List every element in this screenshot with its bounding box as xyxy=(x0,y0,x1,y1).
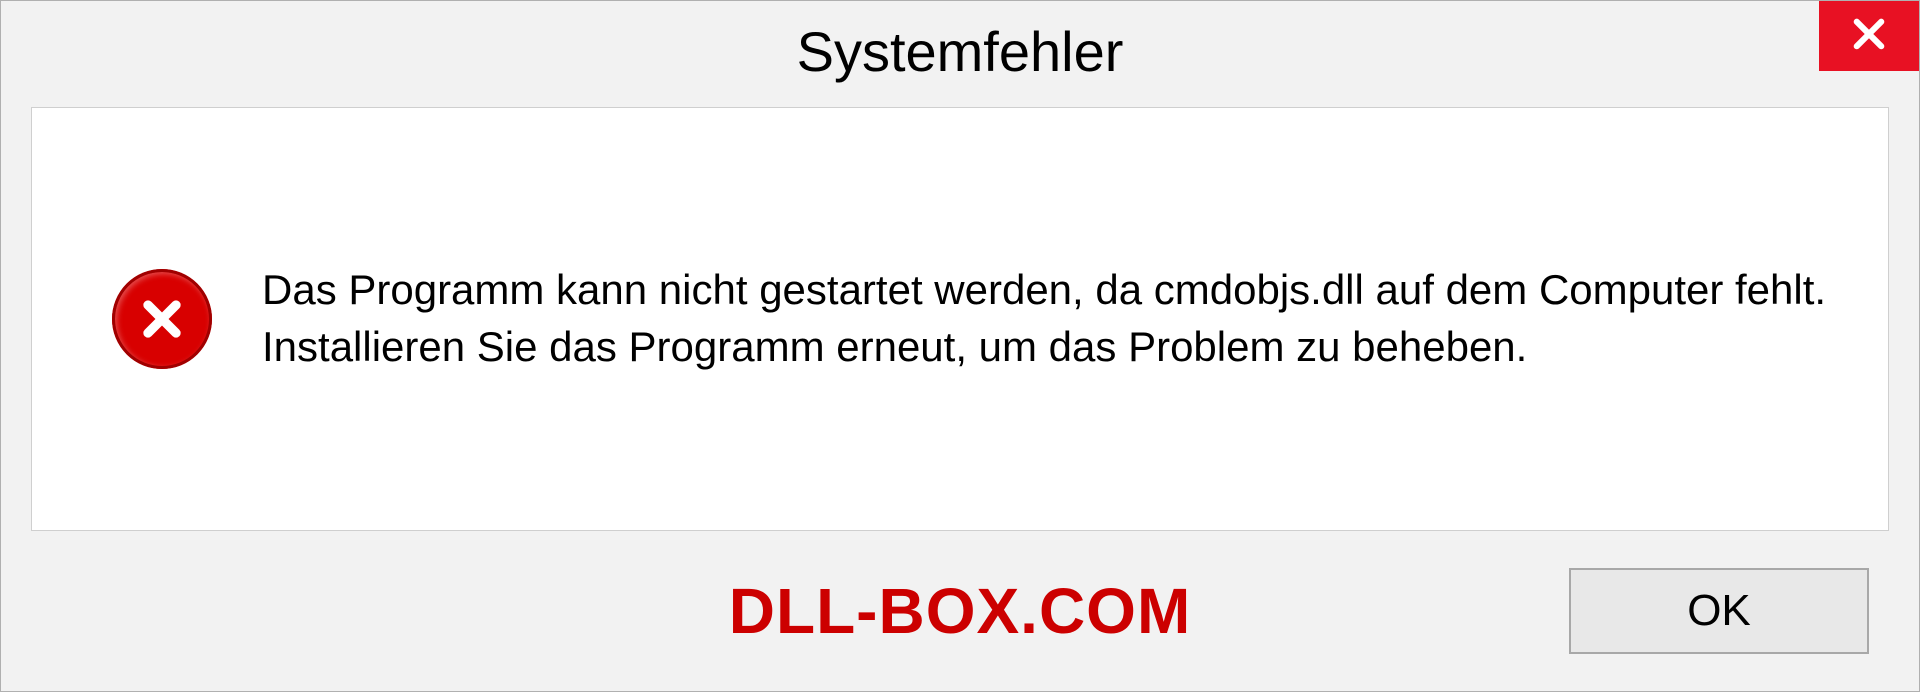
ok-button[interactable]: OK xyxy=(1569,568,1869,654)
close-button[interactable] xyxy=(1819,1,1919,71)
titlebar: Systemfehler xyxy=(1,1,1919,101)
watermark-text: DLL-BOX.COM xyxy=(729,574,1192,648)
dialog-footer: DLL-BOX.COM OK xyxy=(1,551,1919,691)
dialog-title: Systemfehler xyxy=(797,19,1124,84)
content-panel: Das Programm kann nicht gestartet werden… xyxy=(31,107,1889,531)
error-icon xyxy=(112,269,212,369)
system-error-dialog: Systemfehler Das Programm kann nicht ges… xyxy=(0,0,1920,692)
error-message: Das Programm kann nicht gestartet werden… xyxy=(262,262,1828,375)
close-icon xyxy=(1848,13,1890,60)
